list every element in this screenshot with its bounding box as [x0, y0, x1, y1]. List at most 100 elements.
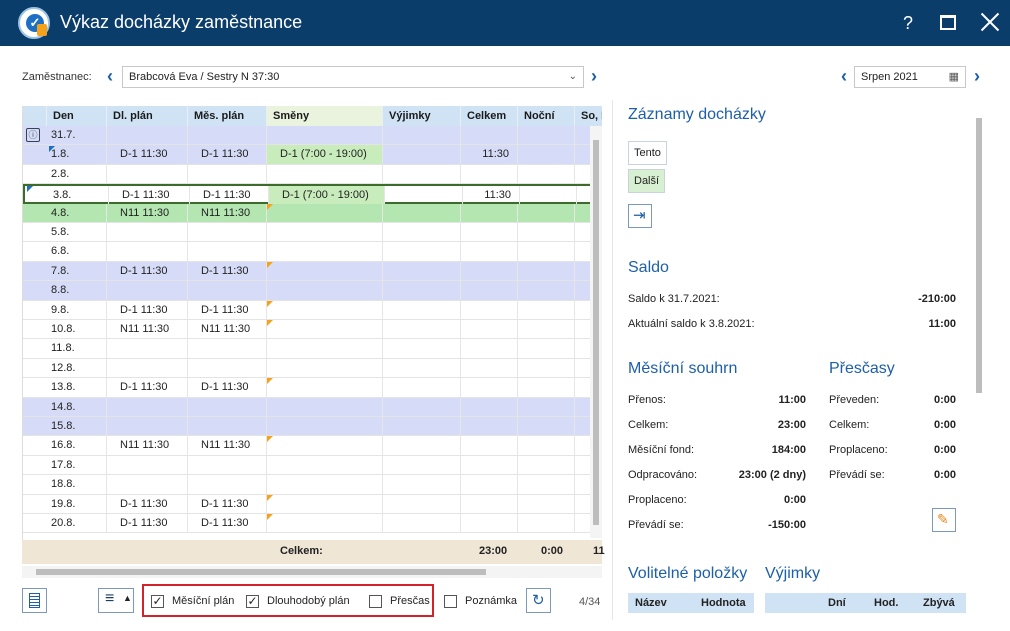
calendar-icon[interactable]: ▦	[949, 67, 959, 87]
grid-cell-vyj[interactable]	[383, 417, 461, 436]
grid-cell-dl[interactable]: D-1 11:30	[107, 378, 188, 398]
grid-cell-nocni[interactable]	[518, 378, 575, 398]
grid-cell-nocni[interactable]	[518, 300, 575, 320]
grid-cell-dl[interactable]	[107, 475, 188, 495]
grid-cell-vyj[interactable]	[383, 455, 461, 475]
table-row[interactable]: 9.8. D-1 11:30 D-1 11:30	[23, 300, 597, 320]
grid-cell-dl[interactable]: D-1 11:30	[109, 186, 190, 206]
table-row[interactable]: 4.8. N11 11:30 N11 11:30	[23, 203, 597, 223]
grid-cell-vyj[interactable]	[385, 186, 463, 206]
grid-cell-vyj[interactable]	[383, 261, 461, 281]
grid-cell-nocni[interactable]	[518, 320, 575, 339]
grid-cell-vyj[interactable]	[383, 145, 461, 165]
grid-cell-mes[interactable]: D-1 11:30	[188, 145, 267, 165]
person-info-icon[interactable]: ⓘ	[26, 128, 40, 142]
grid-cell-celkem[interactable]	[461, 281, 518, 301]
grid-cell-celkem[interactable]	[461, 223, 518, 242]
column-header-vyjimky[interactable]: Výjimky	[383, 106, 461, 126]
grid-cell-celkem[interactable]	[461, 475, 518, 495]
close-button[interactable]	[978, 10, 1002, 34]
grid-cell-vyj[interactable]	[383, 320, 461, 339]
login-button[interactable]: ⇥	[628, 204, 652, 228]
checkbox-checked[interactable]: ✓	[246, 595, 259, 608]
grid-cell-celkem[interactable]	[461, 358, 518, 378]
grid-cell-vyj[interactable]	[383, 397, 461, 417]
grid-cell-mes[interactable]	[188, 475, 267, 495]
grid-cell-celkem[interactable]	[461, 455, 518, 475]
table-row[interactable]: 6.8.	[23, 242, 597, 262]
grid-cell-dl[interactable]	[107, 358, 188, 378]
grid-cell-celkem[interactable]	[461, 436, 518, 456]
table-row[interactable]: 16.8. N11 11:30 N11 11:30	[23, 436, 597, 456]
column-header-mes-plan[interactable]: Měs. plán	[188, 106, 267, 126]
grid-cell-nocni[interactable]	[518, 281, 575, 301]
table-row[interactable]: 31.7.	[23, 126, 597, 146]
grid-cell-mes[interactable]	[188, 358, 267, 378]
grid-cell-smeny[interactable]	[267, 281, 383, 301]
grid-cell-mes[interactable]: D-1 11:30	[188, 494, 267, 514]
grid-cell-celkem[interactable]	[461, 339, 518, 359]
grid-cell-nocni[interactable]	[518, 261, 575, 281]
grid-cell-nocni[interactable]	[518, 223, 575, 242]
grid-cell-day[interactable]: 11.8.	[47, 339, 107, 359]
grid-cell-smeny[interactable]	[267, 242, 383, 262]
edit-button[interactable]: ✎	[932, 508, 956, 532]
grid-cell-smeny[interactable]	[267, 378, 383, 398]
grid-cell-mes[interactable]: D-1 11:30	[188, 378, 267, 398]
grid-cell-day[interactable]: 1.8.	[47, 145, 107, 165]
grid-cell-smeny[interactable]: D-1 (7:00 - 19:00)	[269, 186, 385, 206]
grid-cell-vyj[interactable]	[383, 164, 461, 184]
grid-cell-smeny[interactable]	[267, 475, 383, 495]
grid-cell-mes[interactable]	[188, 126, 267, 145]
next-period-button[interactable]: ›	[971, 67, 983, 85]
table-row[interactable]: 1.8. D-1 11:30 D-1 11:30 D-1 (7:00 - 19:00)…	[23, 145, 597, 165]
table-row[interactable]: 3.8. D-1 11:30 D-1 11:30 D-1 (7:00 - 19:00)…	[23, 184, 599, 206]
grid-cell-mes[interactable]	[188, 339, 267, 359]
grid-cell-nocni[interactable]	[518, 436, 575, 456]
prev-employee-button[interactable]: ‹	[104, 67, 116, 85]
grid-cell-smeny[interactable]: D-1 (7:00 - 19:00)	[267, 145, 383, 165]
grid-cell-mes[interactable]: N11 11:30	[188, 203, 267, 223]
grid-cell-day[interactable]: 20.8.	[47, 514, 107, 533]
grid-cell-day[interactable]: 14.8.	[47, 397, 107, 417]
column-header-den[interactable]: Den	[47, 106, 107, 126]
grid-cell-smeny[interactable]	[267, 320, 383, 339]
grid-cell-nocni[interactable]	[518, 203, 575, 223]
table-row[interactable]: 20.8. D-1 11:30 D-1 11:30	[23, 514, 597, 534]
column-header-hodnota[interactable]: Hodnota	[701, 593, 746, 613]
grid-cell-day[interactable]: 18.8.	[47, 475, 107, 495]
grid-cell-mes[interactable]: D-1 11:30	[188, 514, 267, 533]
menu-button[interactable]: ≡ ▲	[98, 588, 134, 613]
grid-cell-nocni[interactable]	[518, 358, 575, 378]
grid-cell-dl[interactable]	[107, 223, 188, 242]
grid-cell-dl[interactable]: N11 11:30	[107, 320, 188, 339]
grid-horizontal-scrollbar[interactable]	[22, 566, 602, 578]
grid-cell-smeny[interactable]	[267, 339, 383, 359]
grid-cell-celkem[interactable]	[461, 126, 518, 145]
grid-cell-day[interactable]: 4.8.	[47, 203, 107, 223]
checkbox-checked[interactable]: ✓	[151, 595, 164, 608]
column-header-so-n[interactable]: So, N	[575, 106, 602, 126]
grid-cell-day[interactable]: 7.8.	[47, 261, 107, 281]
table-row[interactable]: 19.8. D-1 11:30 D-1 11:30	[23, 494, 597, 514]
column-header-dni[interactable]: Dní	[828, 593, 846, 613]
scroll-thumb[interactable]	[593, 140, 599, 525]
grid-cell-mes[interactable]: N11 11:30	[188, 320, 267, 339]
grid-cell-nocni[interactable]	[518, 126, 575, 145]
grid-cell-day[interactable]: 10.8.	[47, 320, 107, 339]
grid-cell-vyj[interactable]	[383, 126, 461, 145]
period-field[interactable]: Srpen 2021 ▦	[854, 66, 966, 88]
grid-cell-celkem[interactable]	[461, 242, 518, 262]
grid-cell-vyj[interactable]	[383, 358, 461, 378]
grid-cell-smeny[interactable]	[267, 126, 383, 145]
grid-cell-celkem[interactable]	[461, 514, 518, 533]
grid-cell-smeny[interactable]	[267, 455, 383, 475]
grid-cell-dl[interactable]: N11 11:30	[107, 203, 188, 223]
column-header-smeny[interactable]: Směny	[267, 106, 383, 126]
grid-cell-vyj[interactable]	[383, 339, 461, 359]
scroll-thumb[interactable]	[36, 569, 486, 575]
grid-cell-dl[interactable]	[107, 397, 188, 417]
grid-cell-mes[interactable]: D-1 11:30	[188, 261, 267, 281]
next-employee-button[interactable]: ›	[588, 67, 600, 85]
grid-cell-mes[interactable]	[188, 164, 267, 184]
